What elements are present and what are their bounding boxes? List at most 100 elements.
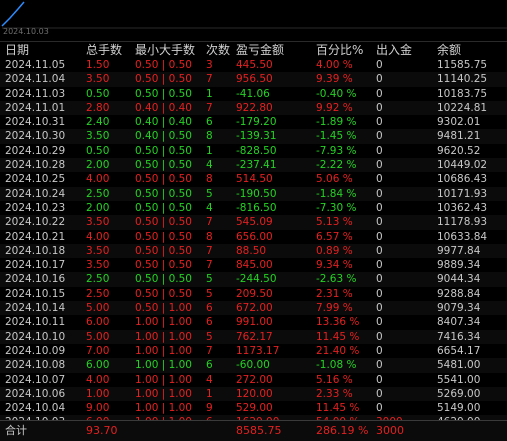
row-pct: 21.40 % — [316, 344, 360, 357]
row-pl: -237.41 — [236, 159, 277, 172]
table-row[interactable]: 2024.10.21 4.00 0.50 | 0.50 8 656.00 6.57 % 0 1… — [0, 230, 507, 244]
table-row[interactable]: 2024.11.05 1.50 0.50 | 0.50 3 445.50 4.00 % 0 1… — [0, 58, 507, 72]
row-date: 2024.10.08 — [5, 359, 66, 372]
table-row[interactable]: 2024.10.14 5.00 0.50 | 1.00 6 672.00 7.99 % 0 9… — [0, 301, 507, 316]
header-pct[interactable]: 百分比% — [316, 42, 363, 58]
row-pl: -60.00 — [236, 359, 270, 372]
row-minmax-lots: 0.50 | 0.50 — [135, 216, 192, 229]
table-row[interactable]: 2024.10.06 1.00 1.00 | 1.00 1 120.00 2.33 % 0 5… — [0, 386, 507, 402]
row-pct: -2.22 % — [316, 159, 357, 172]
table-row[interactable]: 2024.10.28 2.00 0.50 | 0.50 4 -237.41 -2.22 %… — [0, 158, 507, 173]
row-total-lots: 3.50 — [86, 73, 110, 86]
row-total-lots: 7.00 — [86, 344, 110, 357]
row-count: 8 — [206, 173, 213, 186]
row-count: 4 — [206, 159, 213, 172]
row-minmax-lots: 0.50 | 0.50 — [135, 287, 192, 300]
row-inout: 0 — [376, 402, 383, 415]
row-total-lots: 9.00 — [86, 402, 110, 415]
header-total-lots[interactable]: 总手数 — [86, 42, 122, 58]
row-date: 2024.10.15 — [5, 287, 66, 300]
header-date[interactable]: 日期 — [5, 42, 29, 58]
row-balance: 10686.43 — [437, 173, 488, 186]
table-row[interactable]: 2024.11.04 3.50 0.50 | 0.50 7 956.50 9.39 % 0 1… — [0, 72, 507, 87]
row-inout: 0 — [376, 302, 383, 315]
row-pl: -139.31 — [236, 130, 277, 143]
row-pct: -1.84 % — [316, 187, 357, 200]
table-row[interactable]: 2024.10.11 6.00 1.00 | 1.00 6 991.00 13.36 % 0… — [0, 315, 507, 329]
row-pct: -1.89 % — [316, 116, 357, 129]
table-row[interactable]: 2024.10.10 5.00 1.00 | 1.00 5 762.17 11.45 % 0… — [0, 329, 507, 344]
table-row[interactable]: 2024.10.25 4.00 0.50 | 0.50 8 514.50 5.06 % 0 1… — [0, 172, 507, 186]
row-inout: 0 — [376, 144, 383, 157]
row-inout: 0 — [376, 259, 383, 272]
table-row[interactable]: 2024.10.31 2.40 0.40 | 0.40 6 -179.20 -1.89 %… — [0, 115, 507, 129]
row-date: 2024.10.06 — [5, 387, 66, 400]
row-date: 2024.10.14 — [5, 302, 66, 315]
table-row[interactable]: 2024.10.18 3.50 0.50 | 0.50 7 88.50 0.89 % 0 99… — [0, 243, 507, 259]
row-date: 2024.10.04 — [5, 402, 66, 415]
total-row: 合计 93.70 8585.75 286.19 % 3000 — [0, 420, 507, 441]
row-total-lots: 3.50 — [86, 130, 110, 143]
row-pct: 4.00 % — [316, 59, 353, 71]
table-row[interactable]: 2024.10.07 4.00 1.00 | 1.00 4 272.00 5.16 % 0 5… — [0, 373, 507, 387]
row-count: 1 — [206, 87, 213, 100]
row-total-lots: 2.50 — [86, 273, 110, 286]
row-total-lots: 4.00 — [86, 373, 110, 386]
row-total-lots: 5.00 — [86, 330, 110, 343]
row-minmax-lots: 0.50 | 0.50 — [135, 230, 192, 243]
row-inout: 0 — [376, 59, 383, 71]
row-date: 2024.11.04 — [5, 73, 66, 86]
table-row[interactable]: 2024.10.16 2.50 0.50 | 0.50 5 -244.50 -2.63 %… — [0, 272, 507, 287]
table-row[interactable]: 2024.10.08 6.00 1.00 | 1.00 6 -60.00 -1.08 % 0… — [0, 358, 507, 373]
total-pct: 286.19 % — [316, 424, 369, 437]
table-row[interactable]: 2024.10.09 7.00 1.00 | 1.00 7 1173.17 21.40 %… — [0, 344, 507, 358]
table-row[interactable]: 2024.10.30 3.50 0.40 | 0.50 8 -139.31 -1.45 %… — [0, 129, 507, 144]
row-minmax-lots: 1.00 | 1.00 — [135, 344, 192, 357]
row-inout: 0 — [376, 101, 383, 114]
row-count: 4 — [206, 373, 213, 386]
row-pl: 514.50 — [236, 173, 273, 186]
row-inout: 0 — [376, 387, 383, 400]
row-pct: 6.57 % — [316, 230, 353, 243]
row-balance: 9620.52 — [437, 144, 481, 157]
row-count: 5 — [206, 287, 213, 300]
row-inout: 0 — [376, 316, 383, 329]
header-inout[interactable]: 出入金 — [376, 42, 412, 58]
table-row[interactable]: 2024.11.03 0.50 0.50 | 0.50 1 -41.06 -0.40 % 0… — [0, 87, 507, 101]
row-pl: 956.50 — [236, 73, 273, 86]
table-row[interactable]: 2024.10.23 2.00 0.50 | 0.50 4 -816.50 -7.30 %… — [0, 201, 507, 215]
table-row[interactable]: 2024.10.29 0.50 0.50 | 0.50 1 -828.50 -7.93 %… — [0, 144, 507, 158]
table-row[interactable]: 2024.10.24 2.50 0.50 | 0.50 5 -190.50 -1.84 %… — [0, 186, 507, 201]
row-balance: 10171.93 — [437, 187, 488, 200]
row-minmax-lots: 0.50 | 0.50 — [135, 144, 192, 157]
row-minmax-lots: 0.50 | 0.50 — [135, 173, 192, 186]
row-minmax-lots: 1.00 | 1.00 — [135, 359, 192, 372]
row-balance: 11178.93 — [437, 216, 488, 229]
header-balance[interactable]: 余额 — [437, 42, 461, 58]
row-pl: -41.06 — [236, 87, 270, 100]
row-pl: 656.00 — [236, 230, 273, 243]
total-lots: 93.70 — [86, 424, 118, 437]
row-pct: 9.39 % — [316, 73, 353, 86]
row-inout: 0 — [376, 273, 383, 286]
row-pl: -190.50 — [236, 187, 277, 200]
row-minmax-lots: 0.50 | 0.50 — [135, 187, 192, 200]
table-row[interactable]: 2024.11.01 2.80 0.40 | 0.40 7 922.80 9.92 % 0 1… — [0, 100, 507, 116]
table-row[interactable]: 2024.10.22 3.50 0.50 | 0.50 7 545.09 5.13 % 0 1… — [0, 215, 507, 230]
row-inout: 0 — [376, 116, 383, 129]
row-inout: 0 — [376, 87, 383, 100]
row-pl: 545.09 — [236, 216, 273, 229]
table-row[interactable]: 2024.10.04 9.00 1.00 | 1.00 9 529.00 11.45 % 0… — [0, 401, 507, 415]
row-minmax-lots: 0.40 | 0.40 — [135, 116, 192, 129]
row-balance: 10449.02 — [437, 159, 488, 172]
table-row[interactable]: 2024.10.17 3.50 0.50 | 0.50 7 845.00 9.34 % 0 9… — [0, 258, 507, 272]
row-minmax-lots: 1.00 | 1.00 — [135, 373, 192, 386]
row-count: 5 — [206, 330, 213, 343]
header-count[interactable]: 次数 — [206, 42, 230, 58]
header-pl[interactable]: 盈亏金额 — [236, 42, 284, 58]
row-date: 2024.10.11 — [5, 316, 66, 329]
row-date: 2024.10.22 — [5, 216, 66, 229]
header-minmax-lots[interactable]: 最小大手数 — [135, 42, 195, 58]
table-row[interactable]: 2024.10.15 2.50 0.50 | 0.50 5 209.50 2.31 % 0 9… — [0, 287, 507, 301]
row-date: 2024.10.07 — [5, 373, 66, 386]
